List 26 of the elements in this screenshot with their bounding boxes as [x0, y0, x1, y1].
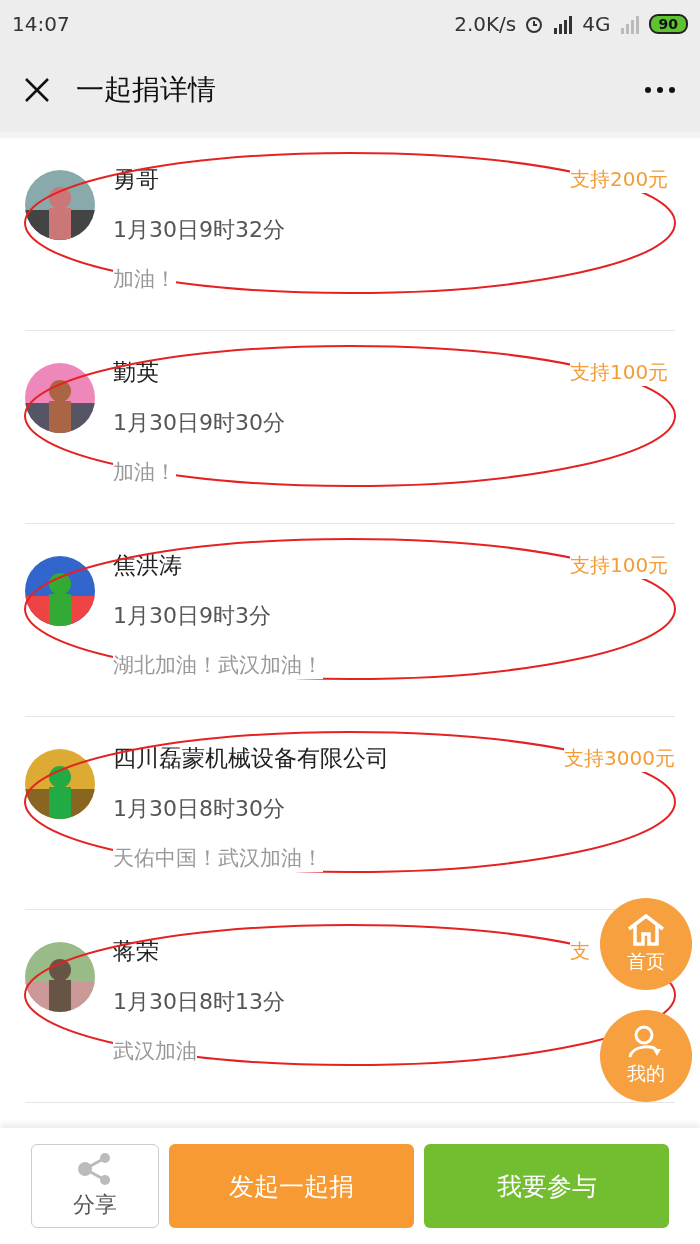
network-speed: 2.0K/s	[454, 12, 517, 36]
profile-button[interactable]: 我的	[600, 1010, 692, 1102]
battery-level: 90	[648, 14, 688, 34]
join-button[interactable]: 我要参与	[424, 1144, 669, 1228]
home-icon	[626, 913, 666, 947]
status-time: 14:07	[12, 12, 70, 36]
donation-time: 1月30日8时13分	[113, 988, 285, 1016]
donor-name: 蒋荣	[113, 937, 159, 966]
alarm-icon	[524, 14, 545, 34]
donation-amount: 支持3000元	[564, 745, 675, 772]
donation-time: 1月30日9时3分	[113, 602, 271, 630]
donation-time: 1月30日9时32分	[113, 216, 285, 244]
donor-name: 焦洪涛	[113, 551, 182, 580]
donation-message: 天佑中国！武汉加油！	[113, 844, 323, 872]
network-type: 4G	[582, 12, 611, 36]
signal-icon	[618, 14, 641, 34]
donation-time: 1月30日8时30分	[113, 795, 285, 823]
donation-message: 湖北加油！武汉加油！	[113, 651, 323, 679]
signal-icon	[552, 14, 575, 34]
more-icon	[644, 86, 676, 94]
donation-time: 1月30日9时30分	[113, 409, 285, 437]
close-icon	[24, 77, 50, 103]
page-title: 一起捐详情	[76, 72, 217, 108]
start-button[interactable]: 发起一起捐	[169, 1144, 414, 1228]
share-button[interactable]: 分享	[31, 1144, 159, 1228]
home-button[interactable]: 首页	[600, 898, 692, 990]
